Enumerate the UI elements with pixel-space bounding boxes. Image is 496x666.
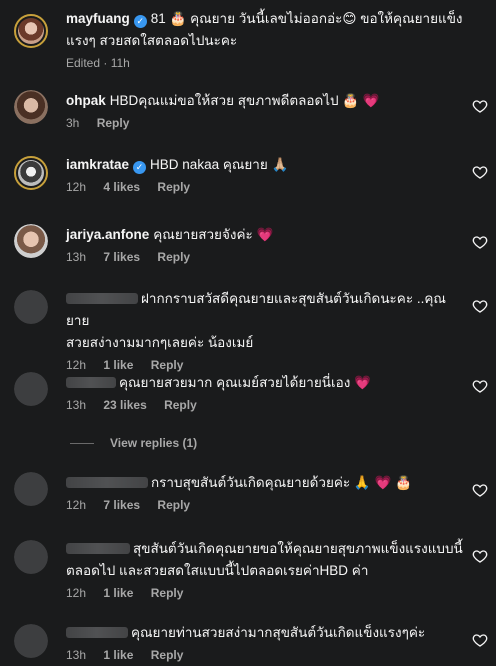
likes-count[interactable]: 1 like [103,648,133,662]
redacted-username[interactable] [66,377,116,388]
comment-text-cont: สวยสง่างามมากๆเลยค่ะ น้องเมย์ [66,335,254,350]
username[interactable]: ohpak [66,93,106,108]
reply-button[interactable]: Reply [164,398,197,412]
likes-count[interactable]: 4 likes [103,180,140,194]
username[interactable]: mayfuang [66,11,130,26]
heart-icon[interactable] [472,164,488,180]
comment-time: 3h [66,116,80,130]
comment-text: HBD nakaa คุณยาย 🙏🏼 [150,157,289,172]
likes-count[interactable]: 1 like [103,586,133,600]
avatar[interactable] [14,540,48,574]
username[interactable]: iamkratae [66,157,129,172]
verified-badge-icon: ✓ [133,161,147,174]
heart-icon[interactable] [472,378,488,394]
likes-count[interactable]: 23 likes [103,398,146,412]
avatar[interactable] [14,290,48,324]
reply-button[interactable]: Reply [157,250,190,264]
comment-time: 12h [66,498,87,512]
avatar[interactable] [14,372,48,406]
comment-time: 12h [66,358,87,372]
redacted-username[interactable] [66,293,138,304]
reply-button[interactable]: Reply [97,116,130,130]
avatar[interactable] [14,90,48,124]
heart-icon[interactable] [472,548,488,564]
avatar[interactable] [14,624,48,658]
comment-text: สุขสันต์วันเกิดคุณยายขอให้คุณยายสุขภาพแข… [133,541,463,556]
comment-time: 13h [66,648,87,662]
avatar[interactable] [14,224,48,258]
reply-button[interactable]: Reply [151,358,184,372]
comment-time: 12h [66,586,87,600]
reply-button[interactable]: Reply [157,498,190,512]
comment-time: 13h [66,250,87,264]
reply-button[interactable]: Reply [151,648,184,662]
likes-count[interactable]: 1 like [103,358,133,372]
avatar[interactable] [14,472,48,506]
reply-button[interactable]: Reply [157,180,190,194]
likes-count[interactable]: 7 likes [103,498,140,512]
comment-text: คุณยายสวยจังค่ะ 💗 [153,227,274,242]
comment-text: กราบสุขสันต์วันเกิดคุณยายด้วยค่ะ 🙏 💗 🎂 [151,475,412,490]
heart-icon[interactable] [472,98,488,114]
heart-icon[interactable] [472,298,488,314]
verified-badge-icon: ✓ [133,15,147,28]
redacted-username[interactable] [66,627,128,638]
username[interactable]: jariya.anfone [66,227,149,242]
reply-button[interactable]: Reply [151,586,184,600]
comment-text: 81 🎂 คุณยาย วันนี้เลขไม่ออกอ่ะ😊 ขอให้คุณ… [150,11,463,26]
comment-text: คุณยายท่านสวยสง่ามากสุขสันต์วันเกิดแข็งแ… [131,625,426,640]
comment-text: คุณยายสวยมาก คุณเมย์สวยได้ยายนี่เอง 💗 [119,375,371,390]
avatar[interactable] [14,156,48,190]
likes-count[interactable]: 7 likes [103,250,140,264]
comment-text-cont: ตลอดไป และสวยสดใสแบบนี้ไปตลอดเรยค่าHBD ค… [66,563,369,578]
heart-icon[interactable] [472,632,488,648]
heart-icon[interactable] [472,234,488,250]
avatar[interactable] [14,14,48,48]
view-replies-button[interactable]: View replies (1) [70,436,197,450]
comment-text-cont: แรงๆ สวยสดใสตลอดไปนะคะ [66,33,238,48]
comments-panel: mayfuang ✓ 81 🎂 คุณยาย วันนี้เลขไม่ออกอ่ะ😊… [0,0,496,666]
redacted-username[interactable] [66,543,130,554]
divider [70,442,94,444]
view-replies-label: View replies (1) [110,436,198,450]
comment-text: HBDคุณแม่ขอให้สวย สุขภาพดีตลอดไป 🎂 💗 [109,93,380,108]
redacted-username[interactable] [66,477,148,488]
comment-time: 12h [66,180,87,194]
comment-time: Edited · 11h [66,56,130,70]
comment-time: 13h [66,398,87,412]
heart-icon[interactable] [472,482,488,498]
